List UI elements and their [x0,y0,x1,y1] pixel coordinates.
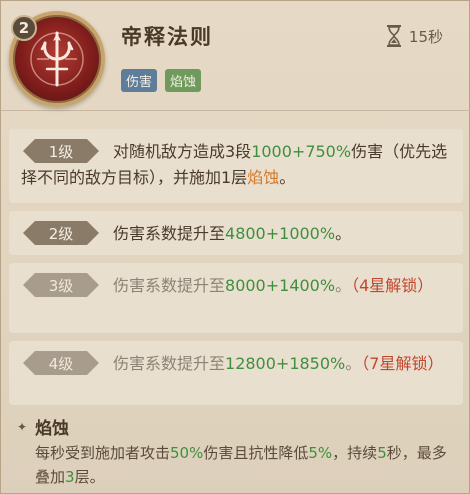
effect-description: 每秒受到施加者攻击50%伤害且抗性降低5%，持续5秒，最多叠加3层。 [35,441,451,489]
effect-text: 层。 [74,468,105,486]
effect-name: 焰蚀 [35,419,70,439]
effect-value: 5% [308,444,333,462]
level-description: 对随机敌方造成3段1000+750%伤害（优先选择不同的敌方目标），并施加1层焰… [21,139,449,191]
description-text: 。 [345,354,362,373]
description-text: 伤害系数提升至 [113,224,226,243]
damage-coefficient: 8000+1400% [225,276,336,295]
damage-coefficient: 4800+1000% [225,224,336,243]
level-row-2: 2级 伤害系数提升至4800+1000%。 [9,211,463,255]
description-text: 伤害系数提升至 [113,354,226,373]
description-text: 对随机敌方造成3段 [113,142,252,161]
skill-tags: 伤害 焰蚀 [121,69,202,92]
tag-burn[interactable]: 焰蚀 [165,69,202,92]
description-text: 伤害系数提升至 [113,276,226,295]
cooldown-display: 15秒 [385,25,443,47]
description-text: 。 [279,168,296,187]
damage-coefficient: 12800+1850% [225,354,346,373]
damage-coefficient: 1000+750% [251,142,352,161]
skill-number-badge: 2 [11,15,37,41]
description-text: 。 [335,276,352,295]
effect-text: 每秒受到施加者攻击 [35,444,171,462]
description-text: 。 [335,224,352,243]
effect-title: ✦ 焰蚀 [17,414,69,439]
level-row-3: 3级 伤害系数提升至8000+1400%。（4星解锁） [9,263,463,333]
effect-text: ，持续 [332,444,378,462]
level-description: 伤害系数提升至4800+1000%。 [21,221,449,247]
four-point-star-icon: ✦ [17,419,28,434]
level-row-4: 4级 伤害系数提升至12800+1850%。（7星解锁） [9,341,463,405]
unlock-requirement: （7星解锁） [361,354,444,373]
level-description: 伤害系数提升至12800+1850%。（7星解锁） [21,351,449,377]
skill-name: 帝释法则 [121,25,213,49]
hourglass-icon [386,25,401,47]
level-description: 伤害系数提升至8000+1400%。（4星解锁） [21,273,449,299]
cooldown-value: 15秒 [408,27,443,46]
effect-value: 3 [65,468,75,486]
effect-text: 伤害且抗性降低 [203,444,309,462]
effect-value: 5 [377,444,387,462]
skill-tooltip: 2 帝释法则 15秒 伤害 焰蚀 1级 对随机敌方造成3段1000+750%伤害… [0,0,470,494]
skill-header: 2 帝释法则 15秒 伤害 焰蚀 [1,1,470,111]
keyword-burn[interactable]: 焰蚀 [247,168,279,187]
effect-value: 50% [170,444,204,462]
tag-damage: 伤害 [121,69,158,92]
level-row-1: 1级 对随机敌方造成3段1000+750%伤害（优先选择不同的敌方目标），并施加… [9,129,463,203]
unlock-requirement: （4星解锁） [351,276,434,295]
